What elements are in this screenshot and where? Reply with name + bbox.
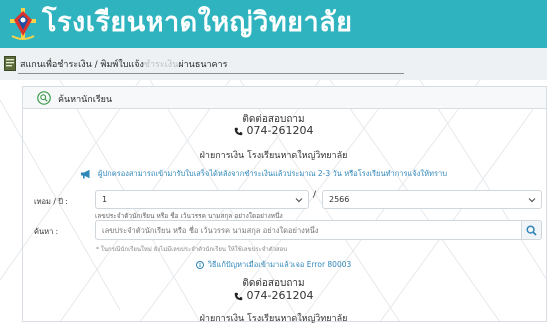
contact-phone-number-bottom: 074-261204 bbox=[246, 289, 314, 302]
card-header: ค้นหานักเรียน bbox=[23, 87, 546, 109]
term-year-separator: / bbox=[313, 190, 317, 200]
megaphone-icon bbox=[81, 169, 90, 179]
contact-phone: 074-261204 bbox=[0, 124, 547, 137]
document-icon bbox=[4, 56, 16, 71]
contact-phone-bottom: 074-261204 bbox=[0, 289, 547, 302]
breadcrumb-underline bbox=[18, 73, 404, 74]
year-select[interactable]: 2566 bbox=[322, 190, 542, 209]
breadcrumb-main: สแกนเพื่อชำระเงิน / พิมพ์ใบแจ้ง bbox=[20, 60, 144, 70]
breadcrumb-text: สแกนเพื่อชำระเงิน / พิมพ์ใบแจ้งชำระเงินผ… bbox=[20, 57, 227, 71]
breadcrumb-faded: ชำระเงิน bbox=[143, 60, 179, 70]
info-icon bbox=[195, 261, 204, 269]
chevron-down-icon bbox=[528, 198, 536, 203]
contact-department-bottom: ฝ่ายการเงิน โรงเรียนหาดใหญ่วิทยาลัย bbox=[199, 314, 348, 324]
search-input[interactable] bbox=[95, 220, 522, 240]
magnifier-icon bbox=[526, 225, 537, 236]
term-select[interactable]: 1 bbox=[95, 190, 309, 209]
search-circle-icon bbox=[37, 91, 51, 105]
breadcrumb-tail: ผ่านธนาคาร bbox=[178, 60, 228, 70]
error-help-text[interactable]: วิธีแก้ปัญหาเมื่อเข้ามาแล้วเจอ Error 800… bbox=[208, 260, 352, 269]
year-select-value: 2566 bbox=[329, 195, 350, 204]
receipt-notice-text: ผู้ปกครองสามารถเข้ามารับใบเสร็จได้หลังจา… bbox=[98, 169, 447, 178]
search-label: ค้นหา : bbox=[34, 227, 59, 236]
breadcrumb: สแกนเพื่อชำระเงิน / พิมพ์ใบแจ้งชำระเงินผ… bbox=[0, 48, 547, 80]
receipt-notice: ผู้ปกครองสามารถเข้ามารับใบเสร็จได้หลังจา… bbox=[80, 168, 447, 180]
term-label: เทอม / ปี : bbox=[34, 197, 68, 206]
chevron-down-icon bbox=[295, 198, 303, 203]
contact-phone-number: 074-261204 bbox=[246, 124, 314, 137]
app-header: โรงเรียนหาดใหญ่วิทยาลัย bbox=[0, 0, 547, 48]
school-title: โรงเรียนหาดใหญ่วิทยาลัย bbox=[42, 7, 353, 38]
search-hint: * ในกรณีนักเรียนใหม่ ยังไม่มีเลขประจำตัว… bbox=[96, 246, 288, 253]
error-help-link[interactable]: วิธีแก้ปัญหาเมื่อเข้ามาแล้วเจอ Error 800… bbox=[0, 259, 547, 271]
school-emblem-icon bbox=[10, 8, 36, 40]
term-select-value: 1 bbox=[102, 195, 108, 204]
card-title: ค้นหานักเรียน bbox=[58, 95, 113, 105]
phone-icon bbox=[234, 292, 242, 300]
contact-department: ฝ่ายการเงิน โรงเรียนหาดใหญ่วิทยาลัย bbox=[199, 151, 348, 161]
search-button[interactable] bbox=[522, 220, 542, 240]
phone-icon bbox=[234, 127, 242, 135]
